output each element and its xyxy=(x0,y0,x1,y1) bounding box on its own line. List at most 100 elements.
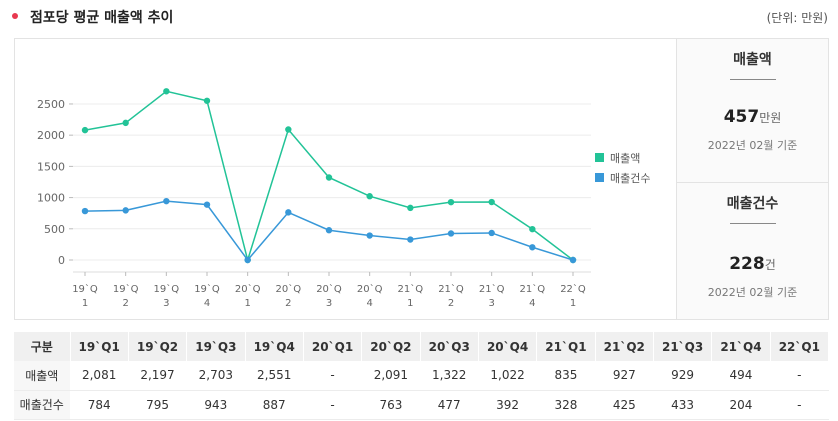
x-tick-label: 20`Q xyxy=(276,283,302,295)
table-header-cell: 19`Q2 xyxy=(128,332,188,361)
data-point xyxy=(285,209,292,216)
table-cell: 943 xyxy=(186,390,246,420)
x-tick-label-sub: 2 xyxy=(448,298,454,309)
x-tick-label: 21`Q xyxy=(520,283,546,295)
y-tick-label: 1500 xyxy=(37,160,65,173)
x-tick-label: 21`Q xyxy=(398,283,424,295)
y-tick-label: 0 xyxy=(58,254,65,267)
x-tick-label-sub: 4 xyxy=(529,298,535,309)
data-point xyxy=(488,229,495,237)
x-tick-label: 22`Q xyxy=(560,283,586,295)
legend-label: 매출액 xyxy=(610,152,640,165)
table-cell: - xyxy=(303,390,363,420)
table-body: 매출액 2,081 2,197 2,703 2,551-2,091 1,322 1,022 8… xyxy=(14,361,830,420)
table-header-cell: 21`Q4 xyxy=(711,332,771,361)
x-tick-label-sub: 1 xyxy=(82,298,88,309)
table-header-cell: 19`Q1 xyxy=(70,332,129,361)
table-cell: 328 xyxy=(536,390,596,420)
sales-summary-rule xyxy=(729,79,776,80)
legend-label: 매출건수 xyxy=(610,172,650,185)
data-point xyxy=(81,207,89,215)
sales-summary: 매출액 xyxy=(677,49,828,80)
summary-panel: 매출액 457만원 2022년 02월 기준 매출건수 228건 2022년 0… xyxy=(676,38,829,320)
count-summary-value-line: 228건 xyxy=(677,254,828,274)
data-point xyxy=(447,230,455,237)
table-cell: - xyxy=(303,361,363,391)
data-table: 구분 19`Q1 19`Q2 19`Q3 19`Q4 20`Q1 20`Q2 20`Q3 20… xyxy=(14,332,830,420)
count-summary-date: 2022년 02월 기준 xyxy=(707,286,798,299)
count-summary-body: 228건 2022년 02월 기준 xyxy=(677,254,828,300)
table-header-cell: 20`Q3 xyxy=(420,332,479,361)
x-tick-label: 20`Q xyxy=(357,283,383,295)
legend-swatch xyxy=(595,173,604,182)
x-tick-label: 20`Q xyxy=(235,283,261,295)
table-cell: 887 xyxy=(245,390,304,420)
x-tick-label-sub: 2 xyxy=(122,298,128,309)
table-header-cell: 19`Q4 xyxy=(245,332,304,361)
table-cell: 2,551 xyxy=(245,361,304,391)
table-row-label: 매출건수 xyxy=(14,390,71,420)
y-tick-label: 500 xyxy=(44,223,65,236)
table-cell: 929 xyxy=(653,361,713,391)
y-tick-label: 2000 xyxy=(37,129,65,142)
data-point xyxy=(529,244,536,251)
section-title: 점포당 평균 매출액 추이 xyxy=(30,10,174,26)
table-cell: 2,091 xyxy=(361,361,421,391)
chart-canvas: 0 500 1000 1500 2000 2500 19`Q 1 19`Q 2 19`Q 3 19`Q 4… xyxy=(37,88,650,309)
table-header-cell: 21`Q1 xyxy=(536,332,596,361)
y-tick-label: 2500 xyxy=(37,98,65,111)
table-cell: 2,703 xyxy=(186,361,246,391)
x-tick-label: 19`Q xyxy=(113,283,139,295)
table-cell: 204 xyxy=(711,390,771,420)
table-header-cell: 19`Q3 xyxy=(186,332,246,361)
count-summary-rule xyxy=(729,223,776,224)
y-tick-label: 1000 xyxy=(37,192,65,205)
data-point xyxy=(163,197,170,205)
x-tick-label-sub: 3 xyxy=(326,298,332,309)
x-tick-label: 21`Q xyxy=(438,283,464,295)
x-tick-label-sub: 3 xyxy=(488,298,494,309)
table-corner: 구분 xyxy=(14,332,71,361)
data-point xyxy=(285,126,292,133)
x-tick-label-sub: 4 xyxy=(366,298,372,309)
x-tick-label-sub: 1 xyxy=(407,298,413,309)
table-header-row: 구분 19`Q1 19`Q2 19`Q3 19`Q4 20`Q1 20`Q2 20`Q3 20… xyxy=(14,332,830,361)
table-cell: - xyxy=(770,390,830,420)
sales-summary-date: 2022년 02월 기준 xyxy=(707,139,798,152)
sales-summary-body: 457만원 2022년 02월 기준 xyxy=(677,107,828,153)
count-summary-title: 매출건수 xyxy=(726,196,779,212)
x-tick-label: 20`Q xyxy=(316,283,342,295)
table-cell: 425 xyxy=(595,390,654,420)
table-cell: 784 xyxy=(70,390,129,420)
table-row-label: 매출액 xyxy=(14,361,71,391)
data-point xyxy=(366,232,373,239)
table-cell: 392 xyxy=(478,390,538,420)
x-tick-label: 19`Q xyxy=(194,283,220,295)
count-summary-value: 228 xyxy=(729,254,765,274)
x-tick-label-sub: 1 xyxy=(244,298,250,309)
legend-swatch xyxy=(595,153,604,162)
quarter-table: 구분 19`Q1 19`Q2 19`Q3 19`Q4 20`Q1 20`Q2 20`Q3 20… xyxy=(14,332,830,420)
data-point xyxy=(325,227,333,234)
table-cell: - xyxy=(770,361,830,391)
x-tick-label: 21`Q xyxy=(479,283,505,295)
line-chart: 0 500 1000 1500 2000 2500 19`Q 1 19`Q 2 19`Q 3 19`Q 4… xyxy=(14,38,677,320)
unit-label: (단위: 만원) xyxy=(766,11,828,25)
table-header-cell: 20`Q1 xyxy=(303,332,363,361)
data-point xyxy=(407,204,414,212)
table-cell: 1,022 xyxy=(478,361,538,391)
table-header-cell: 21`Q3 xyxy=(653,332,713,361)
table-header-cell: 22`Q1 xyxy=(770,332,830,361)
section-header: 점포당 평균 매출액 추이 (단위: 만원) xyxy=(0,0,838,34)
data-point xyxy=(447,198,455,206)
sales-summary-value: 457 xyxy=(723,107,760,127)
table-cell: 433 xyxy=(653,390,713,420)
data-point xyxy=(81,126,89,134)
table-cell: 927 xyxy=(595,361,654,391)
data-point xyxy=(122,207,129,214)
table-cell: 763 xyxy=(361,390,421,420)
data-point xyxy=(407,236,414,243)
table-header-cell: 21`Q2 xyxy=(595,332,654,361)
table-cell: 2,197 xyxy=(128,361,188,391)
x-tick-label: 19`Q xyxy=(72,283,98,295)
